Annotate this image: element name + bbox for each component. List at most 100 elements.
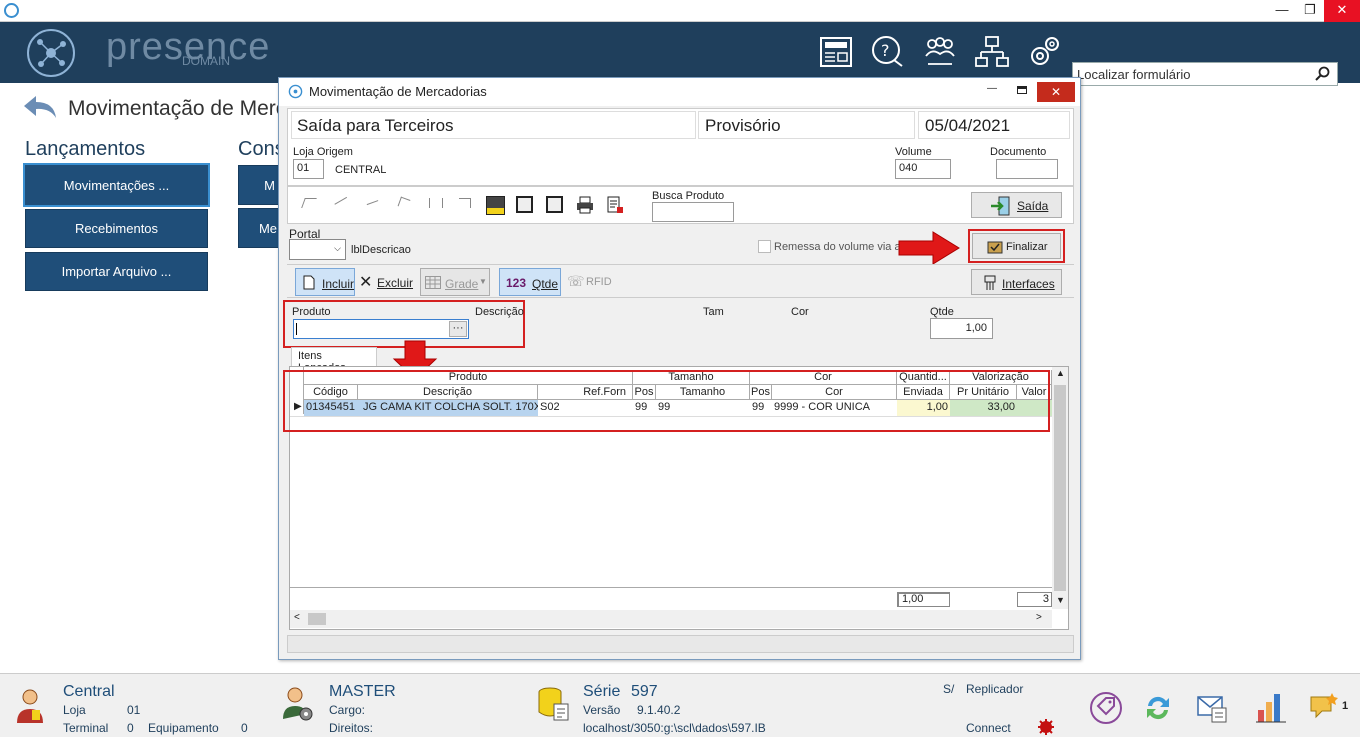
equipamento-value: 0 <box>241 721 248 735</box>
minimize-button[interactable]: — <box>1268 0 1296 22</box>
volume-input[interactable]: 040 <box>895 159 951 179</box>
record-icon-1[interactable] <box>516 196 533 213</box>
network-icon[interactable] <box>974 34 1010 70</box>
cargo-label: Cargo: <box>329 703 366 717</box>
scroll-down-icon[interactable]: ▼ <box>1056 595 1065 605</box>
versao-value: 9.1.40.2 <box>637 703 681 717</box>
serie-value: 597 <box>631 683 658 700</box>
produto-lookup-button[interactable]: ··· <box>449 321 467 337</box>
busca-produto-input[interactable] <box>652 202 734 222</box>
sync-icon[interactable] <box>1142 692 1174 724</box>
dialog-close-button[interactable]: ✕ <box>1037 82 1075 102</box>
new-doc-icon <box>303 275 315 290</box>
excluir-button[interactable]: ✕ Excluir <box>359 268 415 296</box>
loja-label: Loja <box>63 703 86 717</box>
dialog-app-icon <box>288 84 303 99</box>
tag-icon[interactable] <box>1089 691 1123 725</box>
scroll-thumb[interactable] <box>1054 385 1066 591</box>
grade-dropdown-icon[interactable]: ▼ <box>479 277 487 286</box>
db-path: localhost/3050:g:\scl\dados\597.IB <box>583 721 766 735</box>
text-cursor <box>296 323 297 335</box>
qtde-button[interactable]: 123 Qtde <box>499 268 561 296</box>
status-field: Provisório <box>698 111 915 139</box>
store-user-icon <box>17 689 43 723</box>
search-icon[interactable] <box>1315 66 1331 82</box>
total-valor: 3 <box>1017 592 1052 607</box>
nav-next-page-icon[interactable] <box>429 198 443 208</box>
record-icon-2[interactable] <box>546 196 563 213</box>
delete-icon: ✕ <box>359 274 373 291</box>
print-icon[interactable] <box>576 196 594 214</box>
tab-itens-lancados[interactable]: Itens Lançados <box>291 347 377 374</box>
interfaces-button[interactable]: Interfaces <box>971 269 1062 295</box>
volume-label: Volume <box>895 146 932 158</box>
loja-name: CENTRAL <box>335 164 387 176</box>
documento-input[interactable] <box>996 159 1058 179</box>
help-icon[interactable]: ? <box>870 34 906 70</box>
loja-code-input[interactable]: 01 <box>293 159 324 179</box>
dialog-maximize-button[interactable] <box>1017 86 1027 94</box>
notification-icon[interactable] <box>1308 691 1342 723</box>
nav-importar-button[interactable]: Importar Arquivo ... <box>25 252 208 291</box>
rfid-label: RFID <box>586 276 612 288</box>
notification-count: 1 <box>1342 700 1349 712</box>
qtde-input[interactable]: 1,00 <box>930 318 993 339</box>
operation-type: Saída para Terceiros <box>291 111 696 139</box>
print-preview-icon[interactable] <box>606 196 624 214</box>
portal-select[interactable]: ⌵ <box>289 239 346 260</box>
grid-highlight <box>283 370 1050 432</box>
remessa-checkbox[interactable] <box>758 240 771 253</box>
app-icon <box>4 3 19 18</box>
scroll-up-icon[interactable]: ▲ <box>1056 368 1065 378</box>
rfid-icon: ☏ <box>567 273 585 289</box>
replicador-label: Replicador <box>966 682 1024 696</box>
cor-label: Cor <box>791 306 809 318</box>
dialog-title: Movimentação de Mercadorias <box>309 84 487 99</box>
mail-icon[interactable] <box>1196 692 1230 724</box>
nav-movimentacoes-button[interactable]: Movimentações ... <box>23 163 210 207</box>
arrow-right-annotation <box>898 231 960 265</box>
saida-button[interactable]: Saída <box>971 192 1062 218</box>
nav-consulta-button-2[interactable]: Me <box>238 208 280 248</box>
incluir-button[interactable]: Incluir <box>295 268 355 296</box>
documento-label: Documento <box>990 146 1047 158</box>
hscroll-thumb[interactable] <box>308 613 326 625</box>
grid-hscrollbar[interactable]: < > <box>290 610 1052 628</box>
exit-icon <box>991 196 1010 216</box>
nav-consulta-button-1[interactable]: M <box>238 165 280 205</box>
nav-recebimentos-button[interactable]: Recebimentos <box>25 209 208 248</box>
rfid-button[interactable]: ☏ RFID <box>567 268 617 296</box>
dialog-statusbar <box>287 635 1074 653</box>
busca-produto-label: Busca Produto <box>652 190 725 202</box>
grid-vscrollbar[interactable]: ▲ ▼ <box>1052 367 1068 609</box>
svg-text:?: ? <box>881 41 890 60</box>
user-name: MASTER <box>329 683 396 700</box>
dialog-minimize-button[interactable]: — <box>987 83 997 94</box>
finalizar-button[interactable]: Finalizar <box>972 233 1061 259</box>
nav-last-icon[interactable] <box>459 198 471 208</box>
user-settings-icon <box>283 687 313 721</box>
search-input[interactable]: Localizar formulário <box>1072 62 1338 86</box>
scroll-right-icon[interactable]: > <box>1036 612 1042 623</box>
incluir-label: Incluir <box>322 277 355 291</box>
produto-input[interactable]: ··· <box>293 319 469 339</box>
chart-icon[interactable] <box>1255 690 1287 724</box>
users-icon[interactable] <box>922 34 958 70</box>
app-statusbar: Central Loja 01 Terminal 0 Equipamento 0… <box>0 673 1360 737</box>
versao-label: Versão <box>583 703 621 717</box>
grade-button[interactable]: Grade ▼ <box>420 268 490 296</box>
restore-button[interactable]: ❐ <box>1296 0 1324 22</box>
close-button[interactable]: ✕ <box>1324 0 1360 22</box>
page-title: Movimentação de Merc <box>68 97 287 120</box>
interfaces-label: Interfaces <box>1002 277 1055 291</box>
back-arrow-icon[interactable] <box>22 94 58 120</box>
scroll-left-icon[interactable]: < <box>294 612 300 623</box>
grid-footer: 1,00 3 <box>290 587 1052 609</box>
produto-label: Produto <box>292 306 331 318</box>
settings-icon[interactable] <box>1026 34 1062 70</box>
direitos-label: Direitos: <box>329 721 374 735</box>
news-icon[interactable] <box>818 34 854 70</box>
app-header: presence DOMAIN ? Localizar formulário <box>0 22 1360 86</box>
filter-icon[interactable] <box>486 196 505 215</box>
search-placeholder: Localizar formulário <box>1077 67 1191 82</box>
